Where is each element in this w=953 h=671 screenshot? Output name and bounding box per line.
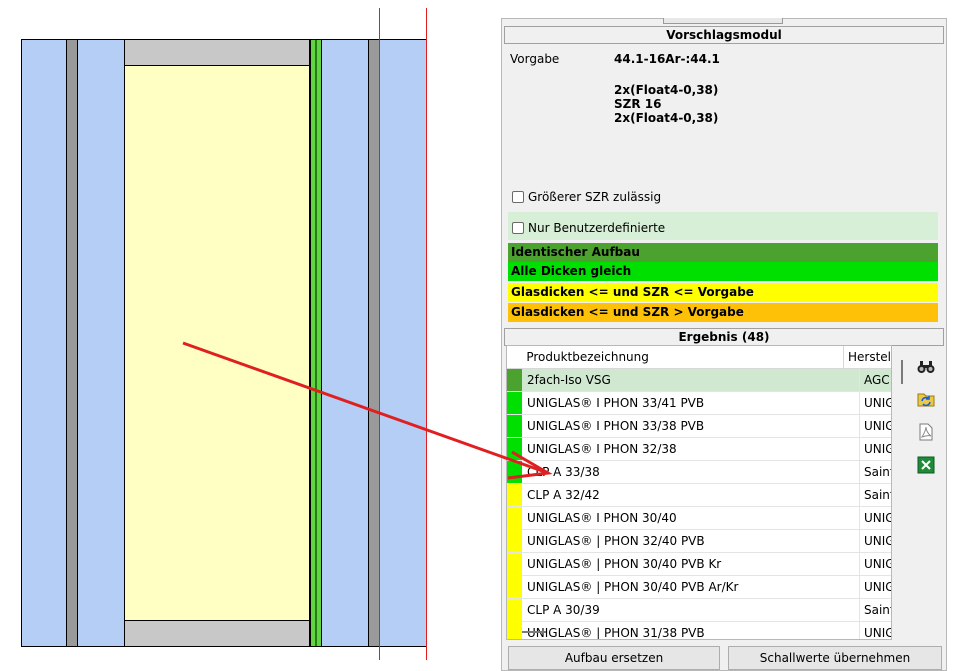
annotation-arrow <box>182 341 553 480</box>
arrow-shaft <box>182 341 546 474</box>
